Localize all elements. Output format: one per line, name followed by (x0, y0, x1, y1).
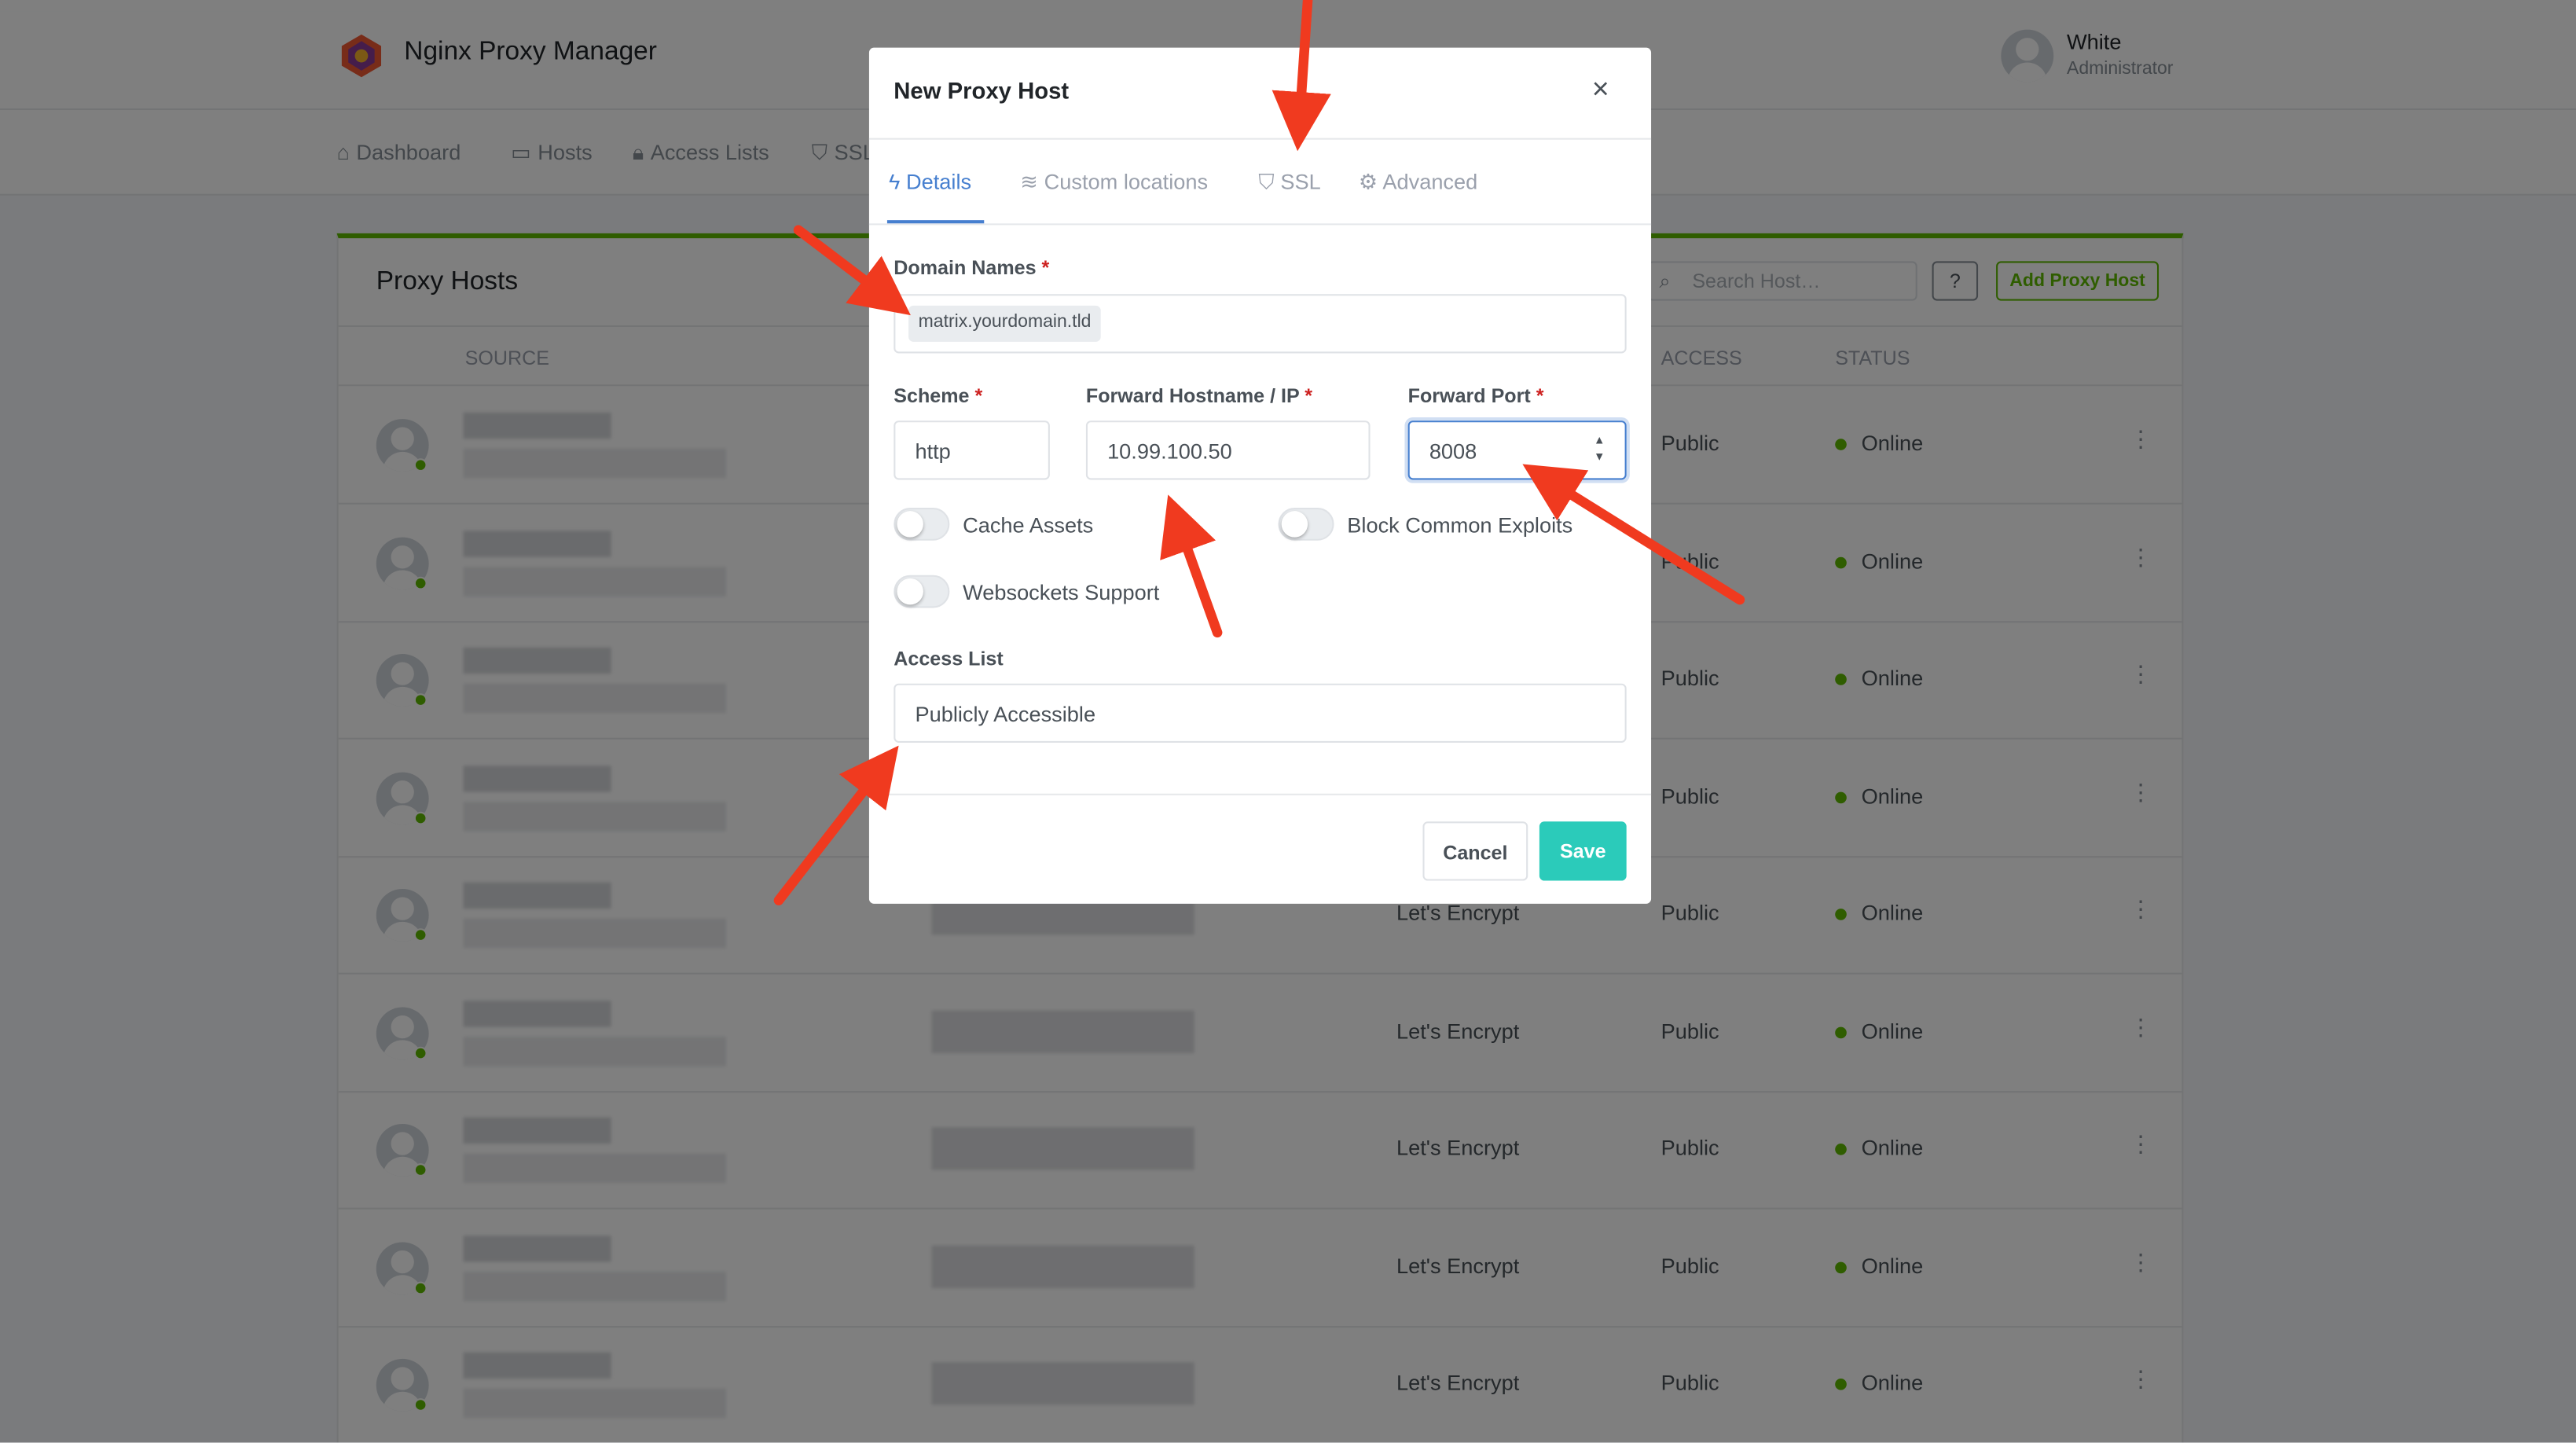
access-list-label: Access List (894, 647, 1004, 670)
websockets-label: Websockets Support (963, 579, 1160, 605)
forward-port-value: 8008 (1429, 439, 1477, 464)
forward-port-input[interactable]: 8008 ▲ ▼ (1407, 420, 1627, 480)
tab-ssl[interactable]: ⛉ SSL (1258, 169, 1320, 195)
divider (868, 793, 1652, 795)
save-button[interactable]: Save (1539, 821, 1627, 881)
forward-hostname-input[interactable]: 10.99.100.50 (1085, 420, 1371, 480)
close-icon[interactable]: × (1592, 72, 1609, 107)
tab-custom-locations[interactable]: ≋ Custom locations (1020, 169, 1208, 195)
cache-assets-label: Cache Assets (963, 512, 1094, 538)
app-screen: Nginx Proxy Manager White Administrator … (0, 0, 2576, 1443)
divider (868, 138, 1652, 140)
modal-title: New Proxy Host (894, 77, 1070, 104)
scheme-label: Scheme * (894, 384, 983, 408)
new-proxy-host-modal: New Proxy Host × ϟ Details ≋ Custom loca… (868, 47, 1652, 904)
bolt-icon: ϟ (889, 169, 901, 194)
tab-advanced[interactable]: ⚙ Advanced (1359, 169, 1477, 195)
domain-names-input[interactable]: matrix.yourdomain.tld (894, 294, 1627, 354)
access-list-select[interactable]: Publicly Accessible (894, 683, 1627, 743)
domain-chip[interactable]: matrix.yourdomain.tld (908, 305, 1102, 342)
spinner-icon[interactable]: ▲ ▼ (1594, 434, 1605, 467)
layers-icon: ≋ (1020, 169, 1039, 194)
divider (868, 223, 1652, 226)
gear-icon: ⚙ (1358, 169, 1378, 194)
scheme-input[interactable]: http (894, 420, 1050, 480)
websockets-toggle[interactable] (894, 575, 950, 608)
forward-hostname-label: Forward Hostname / IP * (1085, 384, 1313, 408)
shield-icon: ⛉ (1258, 169, 1275, 194)
tab-details[interactable]: ϟ Details (889, 169, 971, 193)
forward-port-label: Forward Port * (1407, 384, 1544, 408)
domain-names-label: Domain Names * (894, 256, 1050, 280)
block-exploits-label: Block Common Exploits (1347, 512, 1573, 538)
cancel-button[interactable]: Cancel (1422, 821, 1528, 881)
block-exploits-toggle[interactable] (1278, 507, 1334, 541)
cache-assets-toggle[interactable] (894, 507, 950, 541)
